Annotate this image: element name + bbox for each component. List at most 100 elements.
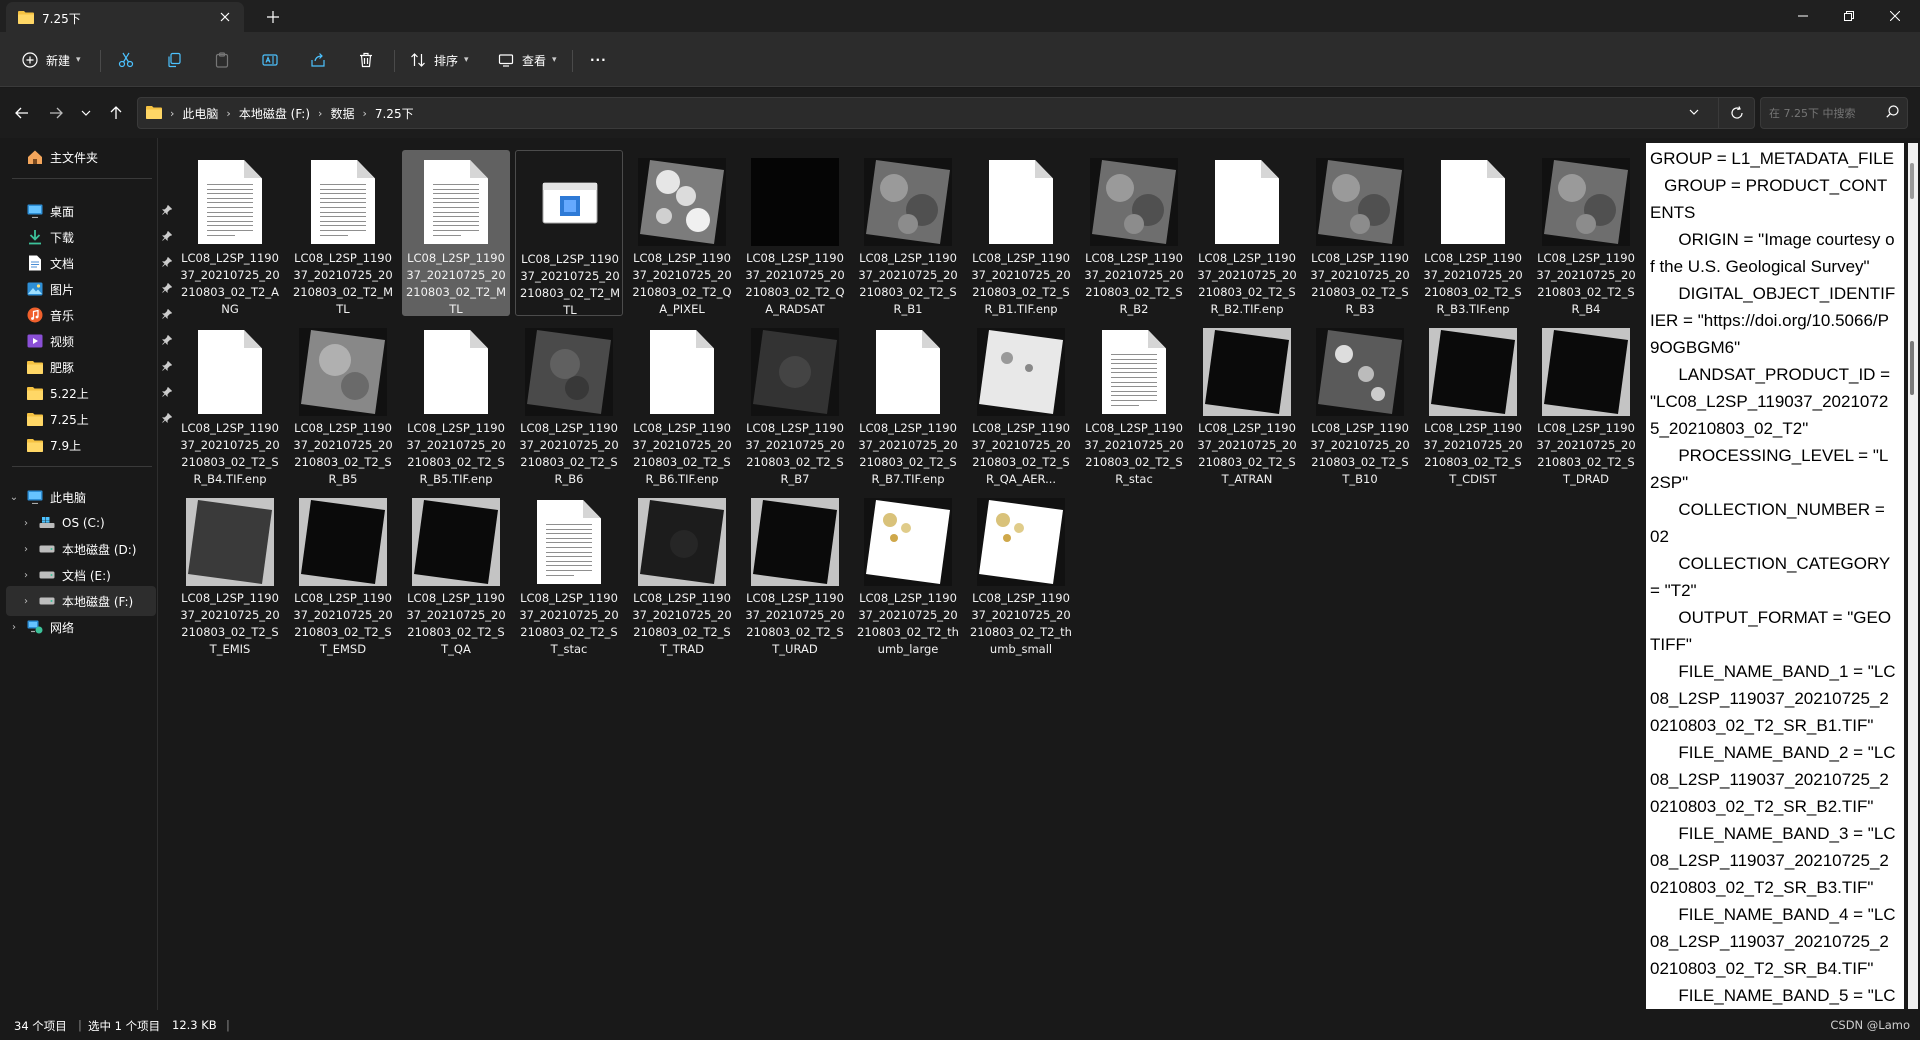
up-arrow-icon[interactable] xyxy=(104,101,128,125)
file-item[interactable]: LC08_L2SP_119037_20210725_20210803_02_T2… xyxy=(1419,320,1527,486)
file-item[interactable]: LC08_L2SP_119037_20210725_20210803_02_T2… xyxy=(515,320,623,486)
blank-file-icon xyxy=(1429,158,1517,246)
file-item[interactable]: LC08_L2SP_119037_20210725_20210803_02_T2… xyxy=(289,320,397,486)
file-item[interactable]: LC08_L2SP_119037_20210725_20210803_02_T2… xyxy=(967,150,1075,316)
file-item[interactable]: LC08_L2SP_119037_20210725_20210803_02_T2… xyxy=(1306,150,1414,316)
search-box[interactable] xyxy=(1760,97,1908,129)
close-window-icon[interactable] xyxy=(1872,0,1918,32)
file-item[interactable]: LC08_L2SP_119037_20210725_20210803_02_T2… xyxy=(628,320,736,486)
file-item[interactable]: LC08_L2SP_119037_20210725_20210803_02_T2… xyxy=(628,150,736,316)
file-item[interactable]: LC08_L2SP_119037_20210725_20210803_02_T2… xyxy=(1419,150,1527,316)
preview-line: FILE_NAME_BAND_2 = "LC08_L2SP_119037_202… xyxy=(1650,743,1896,816)
drive-icon xyxy=(38,540,56,558)
preview-line: DIGITAL_OBJECT_IDENTIFIER = "https://doi… xyxy=(1650,284,1896,357)
chevron-right-icon[interactable]: › xyxy=(18,593,34,609)
scroll-thumb[interactable] xyxy=(1910,163,1914,199)
documents-icon xyxy=(26,254,44,272)
file-item[interactable]: LC08_L2SP_119037_20210725_20210803_02_T2… xyxy=(1080,320,1188,486)
file-name: LC08_L2SP_119037_20210725_20210803_02_T2… xyxy=(632,251,732,316)
breadcrumb-current[interactable]: 7.25下 xyxy=(375,105,414,122)
sidebar-item-network[interactable]: › 网络 xyxy=(6,612,156,642)
delete-button[interactable] xyxy=(352,44,380,76)
sidebar-item-label: 文档 xyxy=(50,256,75,271)
file-name: LC08_L2SP_119037_20210725_20210803_02_T2… xyxy=(519,421,619,486)
restore-icon[interactable] xyxy=(1826,0,1872,32)
back-arrow-icon[interactable] xyxy=(10,101,34,125)
file-item[interactable]: LC08_L2SP_119037_20210725_20210803_02_T2… xyxy=(515,150,623,317)
forward-arrow-icon[interactable] xyxy=(44,101,68,125)
preview-line: OUTPUT_FORMAT = "GEOTIFF" xyxy=(1650,608,1892,654)
file-item[interactable]: LC08_L2SP_119037_20210725_20210803_02_T2… xyxy=(176,320,284,486)
file-item[interactable]: LC08_L2SP_119037_20210725_20210803_02_T2… xyxy=(402,490,510,656)
search-icon[interactable] xyxy=(1886,105,1899,121)
close-tab-icon[interactable] xyxy=(216,8,234,26)
file-item[interactable]: LC08_L2SP_119037_20210725_20210803_02_T2… xyxy=(741,150,849,316)
file-item[interactable]: LC08_L2SP_119037_20210725_20210803_02_T2… xyxy=(515,490,623,656)
file-item[interactable]: LC08_L2SP_119037_20210725_20210803_02_T2… xyxy=(1193,150,1301,316)
file-name: LC08_L2SP_119037_20210725_20210803_02_T2… xyxy=(519,252,621,317)
paste-button[interactable] xyxy=(208,44,236,76)
network-icon xyxy=(26,618,44,636)
new-tab-icon[interactable] xyxy=(262,6,284,28)
sidebar-item-home[interactable]: 主文件夹 xyxy=(26,142,176,172)
file-item[interactable]: LC08_L2SP_119037_20210725_20210803_02_T2… xyxy=(1080,150,1188,316)
address-dropdown-icon[interactable] xyxy=(1689,104,1699,118)
view-label: 查看 xyxy=(522,53,547,68)
more-label: ··· xyxy=(590,53,607,67)
preview-line: FILE_NAME_BAND_4 = "LC08_L2SP_119037_202… xyxy=(1650,905,1896,978)
view-button[interactable]: 查看 ▾ xyxy=(492,44,561,76)
copy-icon xyxy=(164,50,184,70)
chevron-right-icon[interactable]: › xyxy=(18,515,34,531)
chevron-down-icon[interactable]: ⌄ xyxy=(6,489,22,505)
file-item[interactable]: LC08_L2SP_119037_20210725_20210803_02_T2… xyxy=(402,150,510,316)
rename-icon xyxy=(260,50,280,70)
address-bar[interactable]: › 此电脑 › 本地磁盘 (F:) › 数据 › 7.25下 xyxy=(137,97,1755,129)
chevron-right-icon[interactable]: › xyxy=(18,567,34,583)
breadcrumb-drive-f[interactable]: 本地磁盘 (F:) xyxy=(239,105,310,122)
file-item[interactable]: LC08_L2SP_119037_20210725_20210803_02_T2… xyxy=(176,490,284,656)
scroll-thumb-active[interactable] xyxy=(1910,341,1914,395)
preview-scrollbar[interactable] xyxy=(1908,143,1918,1009)
sort-button[interactable]: 排序 ▾ xyxy=(404,44,473,76)
minimize-icon[interactable] xyxy=(1780,0,1826,32)
tab-current[interactable]: 7.25下 xyxy=(6,2,244,32)
refresh-icon[interactable] xyxy=(1718,98,1754,128)
clipboard-icon xyxy=(212,50,232,70)
file-item[interactable]: LC08_L2SP_119037_20210725_20210803_02_T2… xyxy=(854,150,962,316)
breadcrumb-this-pc[interactable]: 此电脑 xyxy=(182,105,218,122)
file-name: LC08_L2SP_119037_20210725_20210803_02_T2… xyxy=(858,251,958,316)
file-item[interactable]: LC08_L2SP_119037_20210725_20210803_02_T2… xyxy=(289,490,397,656)
breadcrumb-data[interactable]: 数据 xyxy=(330,105,354,122)
more-options-button[interactable]: ··· xyxy=(586,44,611,76)
drive-icon xyxy=(38,592,56,610)
chevron-right-icon[interactable]: › xyxy=(6,619,22,635)
file-item[interactable]: LC08_L2SP_119037_20210725_20210803_02_T2… xyxy=(176,150,284,316)
file-item[interactable]: LC08_L2SP_119037_20210725_20210803_02_T2… xyxy=(854,320,962,486)
file-item[interactable]: LC08_L2SP_119037_20210725_20210803_02_T2… xyxy=(402,320,510,486)
file-item[interactable]: LC08_L2SP_119037_20210725_20210803_02_T2… xyxy=(1532,150,1640,316)
share-button[interactable] xyxy=(304,44,332,76)
copy-button[interactable] xyxy=(160,44,188,76)
preview-pane[interactable]: GROUP = L1_METADATA_FILE GROUP = PRODUCT… xyxy=(1646,143,1904,1009)
file-item[interactable]: LC08_L2SP_119037_20210725_20210803_02_T2… xyxy=(741,320,849,486)
file-item[interactable]: LC08_L2SP_119037_20210725_20210803_02_T2… xyxy=(967,490,1075,656)
text-file-icon xyxy=(525,498,613,586)
image-thumbnail xyxy=(751,328,839,416)
file-item[interactable]: LC08_L2SP_119037_20210725_20210803_02_T2… xyxy=(628,490,736,656)
preview-line: ORIGIN = "Image courtesy of the U.S. Geo… xyxy=(1650,230,1895,276)
new-button[interactable]: 新建 ▾ xyxy=(16,44,85,76)
file-item[interactable]: LC08_L2SP_119037_20210725_20210803_02_T2… xyxy=(1306,320,1414,486)
chevron-right-icon[interactable]: › xyxy=(18,541,34,557)
file-item[interactable]: LC08_L2SP_119037_20210725_20210803_02_T2… xyxy=(1193,320,1301,486)
search-input[interactable] xyxy=(1769,105,1879,121)
cut-button[interactable] xyxy=(112,44,140,76)
file-item[interactable]: LC08_L2SP_119037_20210725_20210803_02_T2… xyxy=(854,490,962,656)
file-item[interactable]: LC08_L2SP_119037_20210725_20210803_02_T2… xyxy=(1532,320,1640,486)
file-item[interactable]: LC08_L2SP_119037_20210725_20210803_02_T2… xyxy=(289,150,397,316)
file-item[interactable]: LC08_L2SP_119037_20210725_20210803_02_T2… xyxy=(741,490,849,656)
sidebar-item-folder-79[interactable]: 7.9上 xyxy=(26,430,176,460)
rename-button[interactable] xyxy=(256,44,284,76)
sidebar-item-label: 肥豚 xyxy=(50,360,75,375)
file-item[interactable]: LC08_L2SP_119037_20210725_20210803_02_T2… xyxy=(967,320,1075,486)
recent-chevron-icon[interactable] xyxy=(74,101,98,125)
